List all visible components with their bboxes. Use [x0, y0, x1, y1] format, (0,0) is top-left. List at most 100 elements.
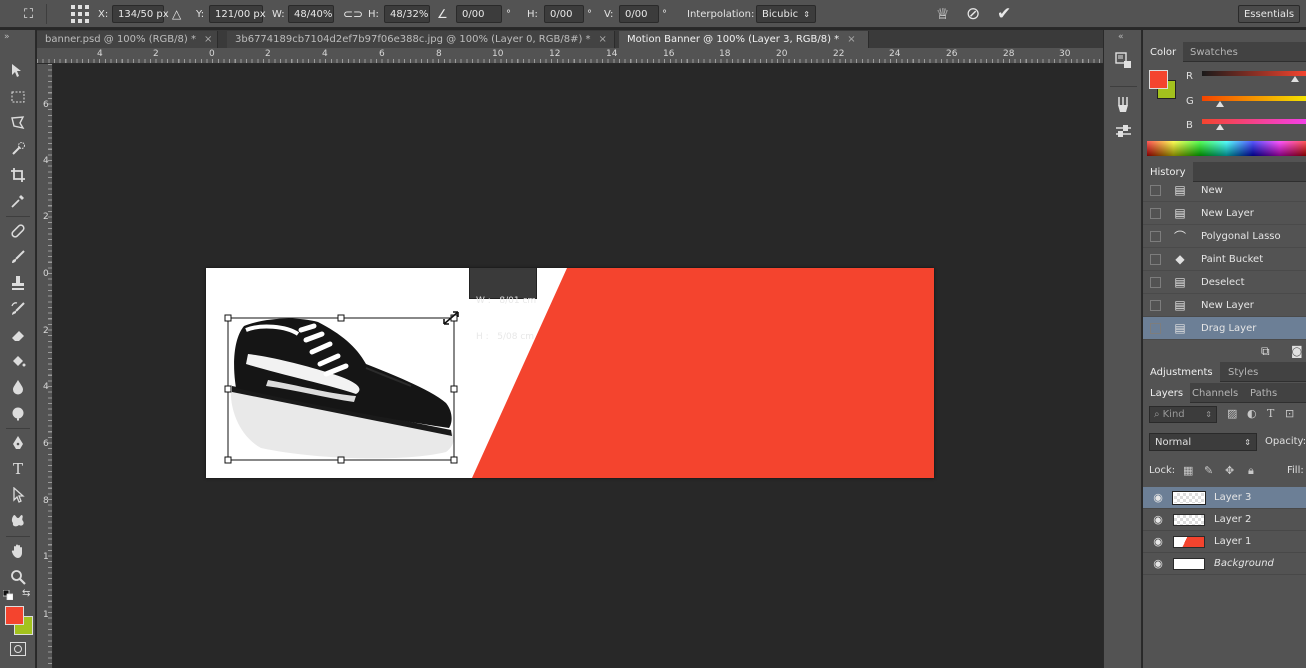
y-field[interactable]: 121/00 px — [209, 0, 266, 28]
lasso-tool-icon[interactable] — [6, 112, 30, 134]
tab-layers[interactable]: Layers — [1143, 383, 1191, 403]
quick-selection-tool-icon[interactable] — [6, 138, 30, 160]
interpolation-select[interactable]: Bicubic ⇕ — [756, 0, 816, 28]
crop-tool-icon[interactable] — [6, 164, 30, 186]
foreground-color-swatch[interactable] — [5, 606, 24, 625]
color-spectrum-bar[interactable] — [1147, 141, 1306, 156]
vertical-skew-field[interactable]: 0/00 — [619, 0, 659, 28]
filter-shape-icon[interactable]: ⊡ — [1285, 407, 1294, 420]
tab-channels[interactable]: Channels — [1185, 383, 1245, 403]
info-panel-icon[interactable] — [1115, 52, 1132, 73]
layer-kind-filter[interactable]: ⌕ Kind ⇕ — [1149, 406, 1217, 423]
new-document-from-state-icon[interactable]: ⧉ — [1261, 344, 1270, 359]
workspace-button[interactable]: Essentials — [1238, 0, 1300, 28]
visibility-eye-icon[interactable]: ◉ — [1143, 557, 1173, 570]
layer-row[interactable]: ◉ Layer 1 — [1143, 531, 1306, 553]
width-field[interactable]: 48/40% — [288, 0, 334, 28]
history-item[interactable]: ▤ New Layer — [1143, 202, 1306, 225]
blur-tool-icon[interactable] — [6, 376, 30, 398]
height-field[interactable]: 48/32% — [384, 0, 430, 28]
expand-dock-icon[interactable]: « — [1118, 32, 1124, 42]
tab-swatches[interactable]: Swatches — [1183, 42, 1245, 62]
filter-adjustment-icon[interactable]: ◐ — [1247, 407, 1257, 420]
visibility-eye-icon[interactable]: ◉ — [1143, 513, 1173, 526]
healing-brush-tool-icon[interactable] — [6, 220, 30, 242]
document-icon: ▤ — [1174, 298, 1186, 312]
vertical-ruler[interactable]: 6 4 2 0 2 4 6 8 1 1 — [37, 64, 53, 668]
tab-jpg-document[interactable]: 3b6774189cb7104d2ef7b97f06e388c.jpg @ 10… — [227, 31, 615, 48]
close-tab-icon[interactable]: × — [847, 34, 855, 45]
blend-mode-select[interactable]: Normal ⇕ — [1149, 433, 1257, 451]
swap-colors-icon[interactable]: ⇆ — [22, 588, 30, 599]
transform-mode-icon[interactable]: ⛶ — [24, 0, 33, 28]
tab-motion-banner[interactable]: Motion Banner @ 100% (Layer 3, RGB/8) * × — [619, 31, 869, 48]
paint-bucket-tool-icon[interactable] — [6, 350, 30, 372]
blue-slider-thumb[interactable] — [1216, 124, 1224, 130]
marquee-tool-icon[interactable] — [6, 86, 30, 108]
tab-styles[interactable]: Styles — [1221, 362, 1265, 382]
lock-all-icon[interactable]: 🔒︎ — [1248, 464, 1254, 478]
hand-tool-icon[interactable] — [6, 540, 30, 562]
history-item[interactable]: ⌒ Polygonal Lasso — [1143, 225, 1306, 248]
brush-tool-icon[interactable] — [6, 246, 30, 268]
filter-pixel-icon[interactable]: ▨ — [1227, 407, 1237, 420]
layer-row[interactable]: ◉ Layer 2 — [1143, 509, 1306, 531]
horizontal-skew-field[interactable]: 0/00 — [544, 0, 584, 28]
dodge-tool-icon[interactable] — [6, 402, 30, 424]
red-slider-thumb[interactable] — [1291, 76, 1299, 82]
green-slider-thumb[interactable] — [1216, 101, 1224, 107]
ruler-number: 1 — [43, 610, 49, 620]
sneaker-image[interactable] — [230, 318, 454, 459]
x-field[interactable]: 134/50 px — [112, 0, 169, 28]
lock-transparent-icon[interactable]: ▦ — [1183, 464, 1193, 477]
custom-shape-tool-icon[interactable] — [6, 510, 30, 532]
layer-row[interactable]: ◉ Layer 3 — [1143, 487, 1306, 509]
history-brush-tool-icon[interactable] — [6, 298, 30, 320]
default-colors-icon[interactable] — [2, 589, 14, 603]
visibility-eye-icon[interactable]: ◉ — [1143, 491, 1173, 504]
warp-icon[interactable]: ♕ — [936, 0, 949, 28]
history-item-selected[interactable]: ▤ Drag Layer — [1143, 317, 1306, 340]
ruler-number: 6 — [379, 49, 385, 59]
close-tab-icon[interactable]: × — [204, 34, 212, 45]
move-tool-icon[interactable] — [6, 60, 30, 82]
angle-field[interactable]: 0/00 — [456, 0, 502, 28]
lock-position-icon[interactable]: ✥ — [1225, 464, 1234, 477]
tab-banner-psd[interactable]: banner.psd @ 100% (RGB/8) * × — [37, 31, 218, 48]
collapse-toolbar-icon[interactable]: » — [4, 32, 10, 42]
reference-point-icon[interactable] — [70, 0, 90, 28]
commit-transform-icon[interactable]: ✔ — [997, 0, 1011, 28]
type-tool-icon[interactable]: T — [6, 458, 30, 480]
close-tab-icon[interactable]: × — [599, 34, 607, 45]
clone-stamp-tool-icon[interactable] — [6, 272, 30, 294]
pen-tool-icon[interactable] — [6, 432, 30, 454]
lock-image-icon[interactable]: ✎ — [1204, 464, 1213, 477]
tab-paths[interactable]: Paths — [1243, 383, 1284, 403]
horizontal-ruler[interactable]: 4 2 0 2 4 6 8 10 12 14 16 18 20 22 24 26… — [37, 48, 1103, 64]
y-label: Y: — [196, 8, 205, 20]
history-item[interactable]: ◆ Paint Bucket — [1143, 248, 1306, 271]
history-item[interactable]: ▤ New Layer — [1143, 294, 1306, 317]
filter-type-icon[interactable]: T — [1267, 407, 1274, 420]
history-item[interactable]: ▤ New — [1143, 179, 1306, 202]
zoom-tool-icon[interactable] — [6, 566, 30, 588]
eraser-tool-icon[interactable] — [6, 324, 30, 346]
layer-row[interactable]: ◉ Background — [1143, 553, 1306, 575]
tab-adjustments[interactable]: Adjustments — [1143, 362, 1220, 382]
tab-color[interactable]: Color — [1143, 42, 1184, 62]
cancel-transform-icon[interactable]: ⊘ — [966, 0, 980, 28]
quick-mask-icon[interactable] — [10, 642, 26, 659]
document-canvas[interactable]: W : 8/01 cm H : 5/08 cm — [206, 268, 934, 478]
visibility-eye-icon[interactable]: ◉ — [1143, 535, 1173, 548]
clone-source-icon[interactable] — [1115, 124, 1132, 145]
brush-presets-icon[interactable] — [1115, 96, 1132, 117]
link-icon[interactable]: ⊂⊃ — [343, 0, 363, 28]
path-selection-tool-icon[interactable] — [6, 484, 30, 506]
history-item[interactable]: ▤ Deselect — [1143, 271, 1306, 294]
snapshot-camera-icon[interactable]: ◙ — [1291, 344, 1303, 358]
history-checkbox — [1150, 207, 1161, 219]
relative-position-icon[interactable]: △ — [172, 0, 181, 28]
eyedropper-tool-icon[interactable] — [6, 190, 30, 212]
color-panel-foreground-swatch[interactable] — [1149, 70, 1168, 89]
history-checkbox — [1150, 276, 1161, 288]
